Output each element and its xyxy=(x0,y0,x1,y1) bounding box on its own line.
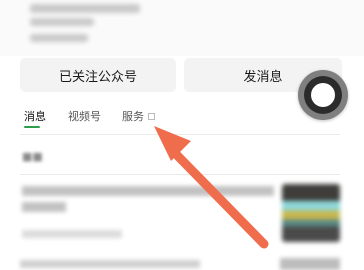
blurred-article-meta xyxy=(22,230,122,238)
divider xyxy=(20,174,340,175)
article-thumbnail[interactable] xyxy=(282,184,340,242)
tab-label: 视频号 xyxy=(68,110,101,123)
blurred-account-info xyxy=(30,4,140,13)
account-profile-header xyxy=(0,0,364,56)
tab-label: 服务 xyxy=(122,110,144,123)
tab-channels[interactable]: 视频号 xyxy=(68,108,101,126)
blurred-next-article xyxy=(0,258,364,270)
assistive-touch-core xyxy=(311,83,335,107)
tab-label: 消息 xyxy=(24,110,46,123)
active-tab-indicator xyxy=(24,126,40,128)
send-message-label: 发消息 xyxy=(243,69,283,85)
tab-services[interactable]: 服务 xyxy=(122,108,144,126)
blurred-account-info xyxy=(30,18,94,26)
follow-button-label: 已关注公众号 xyxy=(58,69,137,85)
divider xyxy=(20,134,340,135)
tab-messages[interactable]: 消息 xyxy=(24,108,46,126)
assistive-touch-icon[interactable] xyxy=(298,70,348,120)
follow-official-account-button[interactable]: 已关注公众号 xyxy=(20,58,176,92)
blurred-date-label: ■■ xyxy=(22,150,43,163)
blurred-article-title[interactable] xyxy=(22,184,274,214)
dropdown-icon[interactable] xyxy=(148,113,155,120)
arrow-head xyxy=(154,126,191,161)
blurred-account-info xyxy=(30,34,88,42)
